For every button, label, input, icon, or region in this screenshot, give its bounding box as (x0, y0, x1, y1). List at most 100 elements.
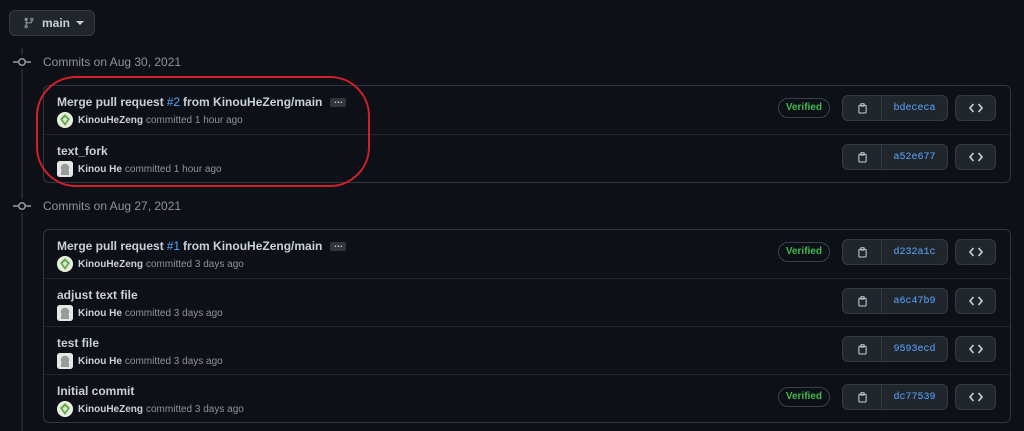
commit-row: test file Kinou He committed 3 days ago 959… (44, 326, 1010, 374)
git-commit-icon (9, 199, 35, 213)
expand-message-button[interactable]: … (330, 95, 347, 107)
commit-author[interactable]: KinouHeZeng (78, 259, 143, 270)
commit-row: Initial commit KinouHeZeng committed 3 day… (44, 374, 1010, 422)
commit-meta: Kinou He committed 1 hour ago (57, 161, 222, 177)
browse-repo-button[interactable] (955, 384, 996, 410)
code-icon (968, 103, 983, 113)
commit-sha-group: a6c47b9 (842, 288, 948, 314)
commit-sha-link[interactable]: a6c47b9 (882, 288, 948, 314)
commit-row: text_fork Kinou He committed 1 hour ago a52… (44, 134, 1010, 182)
commit-time: committed 1 hour ago (146, 114, 243, 126)
timeline-line (21, 48, 23, 431)
commit-list: Merge pull request #2 from KinouHeZeng/mai… (43, 85, 1011, 183)
commit-time: committed 3 days ago (124, 307, 223, 319)
commit-title[interactable]: adjust text file (57, 288, 138, 302)
verified-badge[interactable]: Verified (777, 387, 830, 407)
commit-title-text[interactable]: test file (57, 336, 99, 350)
commit-author[interactable]: KinouHeZeng (78, 115, 143, 126)
clipboard-icon (857, 391, 868, 403)
avatar[interactable] (57, 256, 73, 272)
commit-sha-link[interactable]: dc77539 (882, 384, 948, 410)
code-icon (968, 296, 983, 306)
commit-author[interactable]: Kinou He (78, 164, 122, 175)
commit-row: Merge pull request #2 from KinouHeZeng/mai… (44, 86, 1010, 134)
commit-row: Merge pull request #1 from KinouHeZeng/mai… (44, 230, 1010, 278)
commit-sha-link[interactable]: 9593ecd (882, 336, 948, 362)
avatar[interactable] (57, 112, 73, 128)
commit-title[interactable]: Merge pull request #2 from KinouHeZeng/mai… (57, 95, 347, 109)
commit-meta: Kinou He committed 3 days ago (57, 305, 223, 321)
commit-title[interactable]: Initial commit (57, 384, 134, 398)
branch-select-button[interactable]: main (9, 10, 95, 36)
clipboard-icon (857, 102, 868, 114)
browse-repo-button[interactable] (955, 239, 996, 265)
commit-row: adjust text file Kinou He committed 3 days… (44, 278, 1010, 326)
commit-title-branch[interactable]: from KinouHeZeng/main (183, 239, 322, 253)
verified-badge[interactable]: Verified (777, 242, 830, 262)
clipboard-icon (857, 246, 868, 258)
commit-sha-group: bdececa (842, 95, 948, 121)
commit-time: committed 3 days ago (124, 355, 223, 367)
commit-title-text[interactable]: Merge pull request (57, 239, 164, 253)
code-icon (968, 344, 983, 354)
commit-sha-link[interactable]: bdececa (882, 95, 948, 121)
caret-down-icon (76, 21, 85, 25)
pull-request-link[interactable]: #2 (167, 95, 180, 109)
commit-meta: KinouHeZeng committed 1 hour ago (57, 112, 243, 128)
copy-sha-button[interactable] (842, 336, 882, 362)
avatar[interactable] (57, 401, 73, 417)
clipboard-icon (857, 295, 868, 307)
commit-time: committed 3 days ago (146, 403, 244, 415)
commit-meta: KinouHeZeng committed 3 days ago (57, 256, 244, 272)
pull-request-link[interactable]: #1 (167, 239, 180, 253)
avatar[interactable] (57, 305, 73, 321)
commit-title-text[interactable]: adjust text file (57, 288, 138, 302)
expand-message-button[interactable]: … (330, 239, 347, 251)
commit-title[interactable]: text_fork (57, 144, 108, 158)
browse-repo-button[interactable] (955, 144, 996, 170)
commit-title-text[interactable]: Initial commit (57, 384, 134, 398)
commit-time: committed 1 hour ago (124, 163, 222, 175)
commit-author[interactable]: Kinou He (78, 356, 122, 367)
commit-sha-group: d232a1c (842, 239, 948, 265)
commit-list: Merge pull request #1 from KinouHeZeng/mai… (43, 229, 1011, 423)
commit-sha-group: a52e677 (842, 144, 948, 170)
commit-title-text[interactable]: Merge pull request (57, 95, 164, 109)
commit-author[interactable]: Kinou He (78, 308, 122, 319)
commit-title[interactable]: Merge pull request #1 from KinouHeZeng/mai… (57, 239, 347, 253)
copy-sha-button[interactable] (842, 288, 882, 314)
commit-title-branch[interactable]: from KinouHeZeng/main (183, 95, 322, 109)
git-commit-icon (9, 55, 35, 69)
commit-sha-link[interactable]: d232a1c (882, 239, 948, 265)
commit-time: committed 3 days ago (146, 258, 244, 270)
clipboard-icon (857, 151, 868, 163)
commit-sha-link[interactable]: a52e677 (882, 144, 948, 170)
browse-repo-button[interactable] (955, 288, 996, 314)
copy-sha-button[interactable] (842, 239, 882, 265)
commit-title-text[interactable]: text_fork (57, 144, 108, 158)
commit-group-date: Commits on Aug 30, 2021 (43, 55, 182, 69)
code-icon (968, 152, 983, 162)
avatar[interactable] (57, 161, 73, 177)
commit-title[interactable]: test file (57, 336, 99, 350)
browse-repo-button[interactable] (955, 336, 996, 362)
commit-group-header: Commits on Aug 30, 2021 (9, 55, 181, 69)
commit-author[interactable]: KinouHeZeng (78, 404, 143, 415)
commit-meta: Kinou He committed 3 days ago (57, 353, 223, 369)
commit-meta: KinouHeZeng committed 3 days ago (57, 401, 244, 417)
browse-repo-button[interactable] (955, 95, 996, 121)
verified-badge[interactable]: Verified (777, 98, 830, 118)
copy-sha-button[interactable] (842, 384, 882, 410)
commit-group-header: Commits on Aug 27, 2021 (9, 199, 181, 213)
code-icon (968, 247, 983, 257)
code-icon (968, 392, 983, 402)
commit-sha-group: 9593ecd (842, 336, 948, 362)
commit-group-date: Commits on Aug 27, 2021 (43, 199, 182, 213)
commit-sha-group: dc77539 (842, 384, 948, 410)
copy-sha-button[interactable] (842, 95, 882, 121)
copy-sha-button[interactable] (842, 144, 882, 170)
branch-name: main (42, 16, 71, 30)
git-branch-icon (24, 17, 34, 29)
avatar[interactable] (57, 353, 73, 369)
clipboard-icon (857, 343, 868, 355)
